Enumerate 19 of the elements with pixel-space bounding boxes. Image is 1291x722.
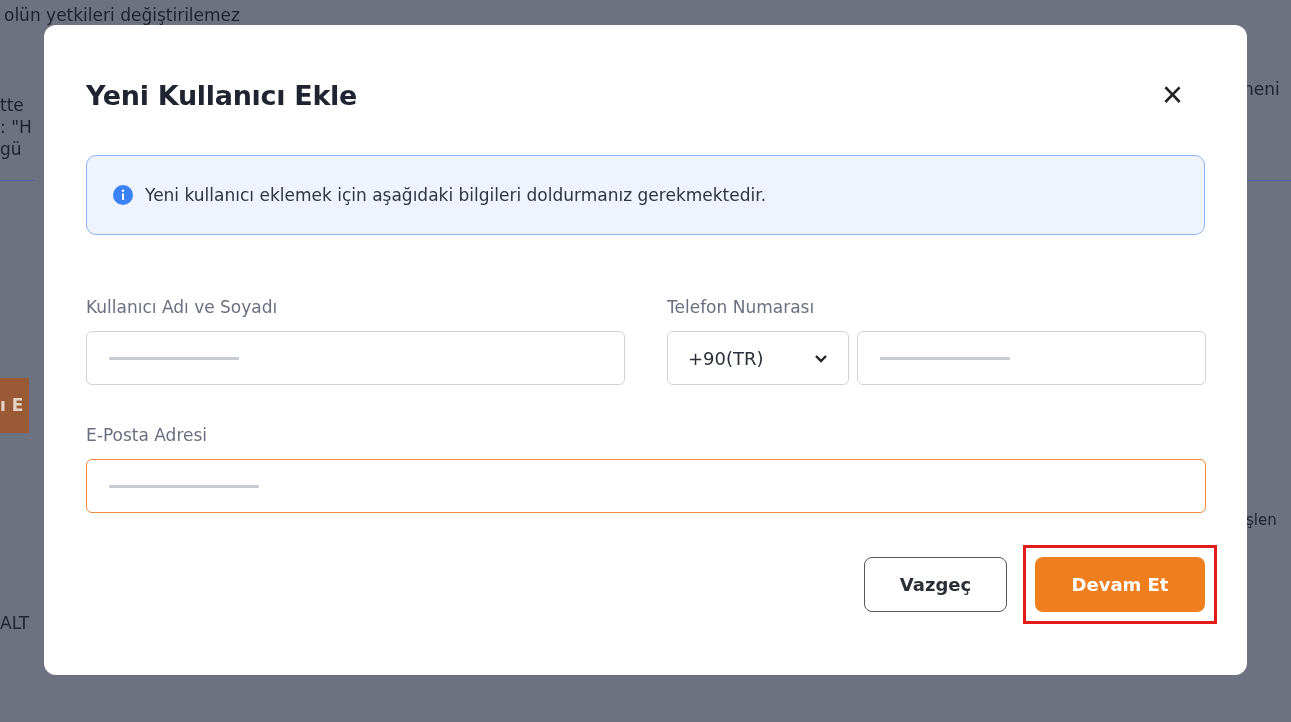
background-text: şlen (1246, 510, 1277, 531)
background-text: ALT (0, 612, 30, 635)
chevron-down-icon (814, 353, 828, 363)
background-text: tte (0, 94, 24, 117)
input-field[interactable] (86, 459, 1206, 513)
country-code-select[interactable]: +90(TR) (667, 331, 849, 385)
field-label: Kullanıcı Adı ve Soyadı (86, 297, 279, 317)
field-label: E-Posta Adresi (86, 425, 209, 445)
cancel-button[interactable]: Vazgeç (864, 557, 1007, 612)
background-text: olün yetkileri değiştirilemez (4, 4, 240, 27)
input-field[interactable] (857, 331, 1206, 385)
info-text: Yeni kullanıcı eklemek için aşağıdaki bilgileri doldurmanız gerekmektedir. (145, 185, 767, 205)
info-icon (113, 185, 133, 205)
background-text: gü (0, 138, 22, 161)
input-field[interactable] (86, 331, 625, 385)
close-button[interactable]: × (1161, 77, 1205, 113)
dialog-title: Yeni Kullanıcı Ekle (86, 79, 358, 111)
background-text: : "H (0, 116, 32, 139)
field-label: Telefon Numarası (667, 297, 816, 317)
